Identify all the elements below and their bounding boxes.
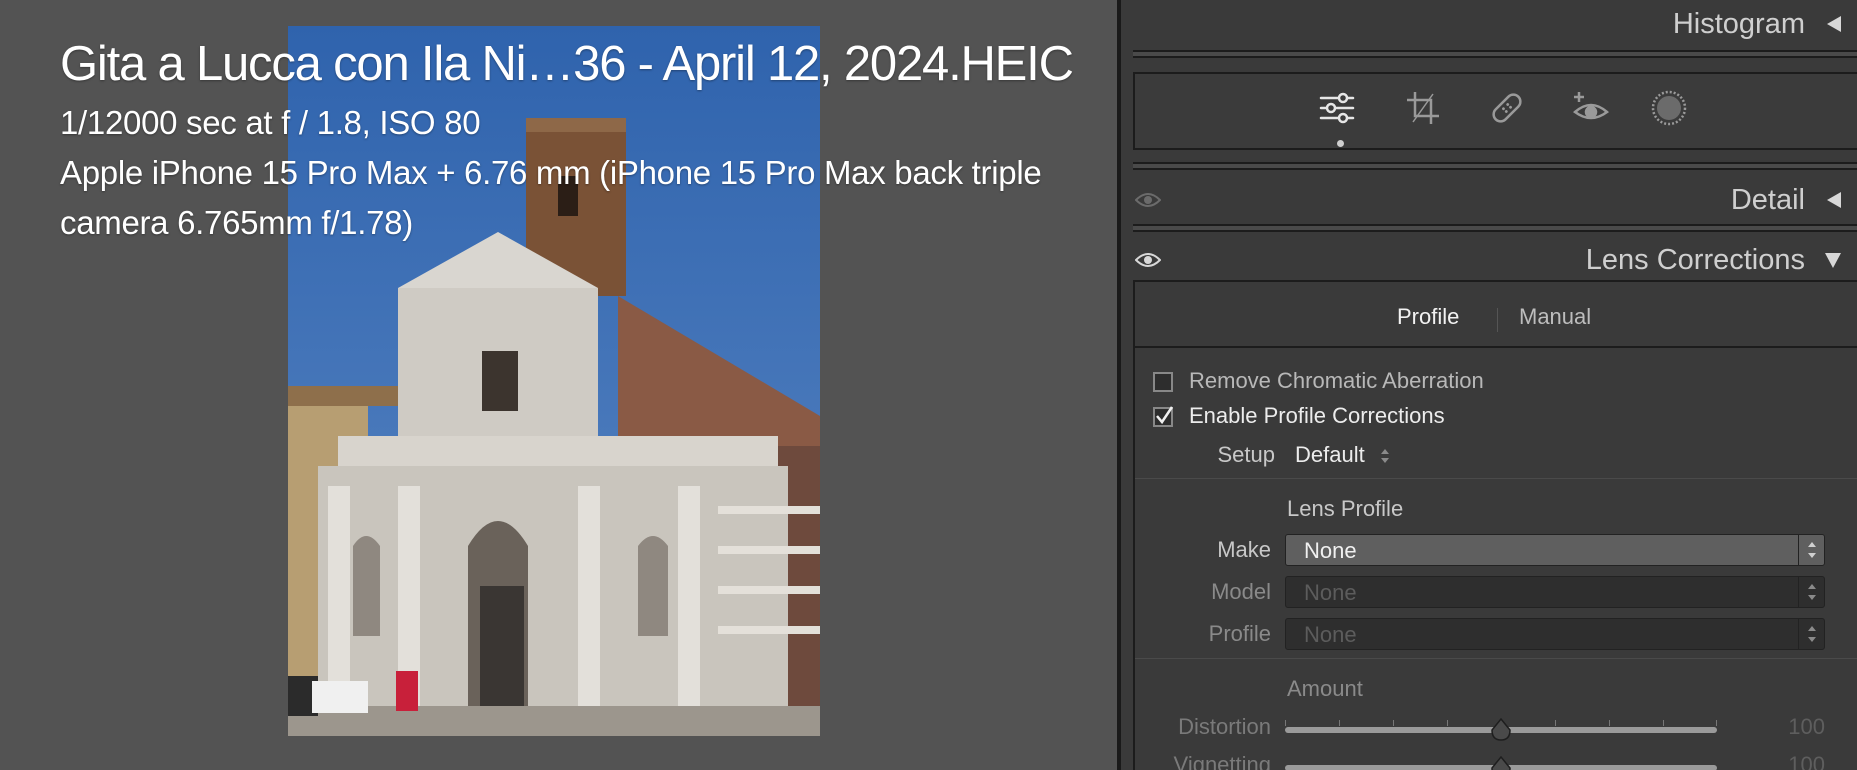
setup-dropdown[interactable]: Default [1295, 442, 1391, 468]
edit-sliders-icon[interactable] [1317, 88, 1357, 128]
detail-header[interactable]: Detail [1121, 176, 1857, 228]
lens-tabs: Profile Manual [1135, 282, 1857, 348]
profile-label: Profile [1208, 621, 1271, 646]
distortion-slider-thumb[interactable] [1490, 718, 1512, 742]
histogram-label: Histogram [1672, 8, 1805, 40]
crop-icon[interactable] [1403, 88, 1443, 128]
remove-chromatic-aberration-checkbox[interactable] [1153, 372, 1173, 392]
section-divider [1135, 478, 1857, 479]
setup-label: Setup [1217, 442, 1276, 467]
vignetting-label: Vignetting [1173, 752, 1271, 770]
collapse-left-icon[interactable] [1821, 188, 1845, 212]
collapse-left-icon[interactable] [1821, 12, 1845, 36]
model-stepper[interactable] [1798, 577, 1824, 607]
healing-bandage-icon[interactable] [1487, 88, 1527, 128]
lens-corrections-panel: Profile Manual Remove Chromatic Aberrati… [1133, 280, 1857, 770]
masking-icon[interactable] [1649, 88, 1689, 128]
updown-arrows-icon [1808, 626, 1816, 642]
photo-preview-area: Gita a Lucca con Ila Ni…36 - April 12, 2… [0, 0, 1117, 770]
red-eye-icon[interactable] [1571, 88, 1611, 128]
make-value: None [1304, 538, 1357, 563]
section-divider [1133, 162, 1857, 170]
tab-manual[interactable]: Manual [1519, 304, 1591, 330]
updown-arrows-icon [1380, 449, 1389, 464]
setup-value: Default [1295, 442, 1365, 467]
amount-heading: Amount [1287, 676, 1363, 701]
section-divider [1133, 224, 1857, 232]
checkmark-icon [1156, 406, 1174, 425]
section-divider [1135, 658, 1857, 659]
distortion-value[interactable]: 100 [1788, 714, 1825, 740]
model-value: None [1304, 580, 1357, 605]
enable-profile-corrections-label: Enable Profile Corrections [1189, 403, 1445, 428]
model-select[interactable]: None [1285, 576, 1825, 608]
make-select[interactable]: None [1285, 534, 1825, 566]
photo-filename: Gita a Lucca con Ila Ni…36 - April 12, 2… [60, 37, 1074, 91]
expanded-down-icon[interactable] [1821, 248, 1845, 272]
updown-arrows-icon [1808, 584, 1816, 600]
vignetting-value[interactable]: 100 [1788, 752, 1825, 770]
tab-profile[interactable]: Profile [1397, 304, 1459, 330]
model-label: Model [1211, 579, 1271, 604]
enable-profile-corrections-checkbox[interactable] [1153, 406, 1174, 427]
tool-strip [1133, 72, 1857, 150]
photo-camera: Apple iPhone 15 Pro Max + 6.76 mm (iPhon… [60, 154, 1042, 241]
visibility-eye-icon[interactable] [1135, 190, 1161, 210]
distortion-label: Distortion [1178, 714, 1271, 739]
visibility-eye-icon[interactable] [1135, 250, 1161, 270]
profile-stepper[interactable] [1798, 619, 1824, 649]
histogram-header[interactable]: Histogram [1121, 0, 1857, 52]
updown-arrows-icon [1808, 542, 1816, 558]
profile-value: None [1304, 622, 1357, 647]
develop-right-panel: Histogram Detail Lens Corrections Profil… [1121, 0, 1857, 770]
photo-exposure: 1/12000 sec at f / 1.8, ISO 80 [60, 104, 481, 141]
make-stepper[interactable] [1798, 535, 1824, 565]
profile-select[interactable]: None [1285, 618, 1825, 650]
lens-corrections-label: Lens Corrections [1585, 244, 1805, 276]
active-tool-indicator [1337, 140, 1344, 147]
lens-profile-heading: Lens Profile [1287, 496, 1404, 521]
remove-chromatic-aberration-label: Remove Chromatic Aberration [1189, 368, 1484, 393]
tab-separator [1497, 308, 1498, 332]
detail-label: Detail [1730, 184, 1805, 216]
make-label: Make [1217, 537, 1271, 562]
vignetting-slider-thumb[interactable] [1490, 756, 1512, 770]
section-divider [1133, 50, 1857, 58]
photo-info-overlay: Gita a Lucca con Ila Ni…36 - April 12, 2… [60, 30, 1117, 248]
